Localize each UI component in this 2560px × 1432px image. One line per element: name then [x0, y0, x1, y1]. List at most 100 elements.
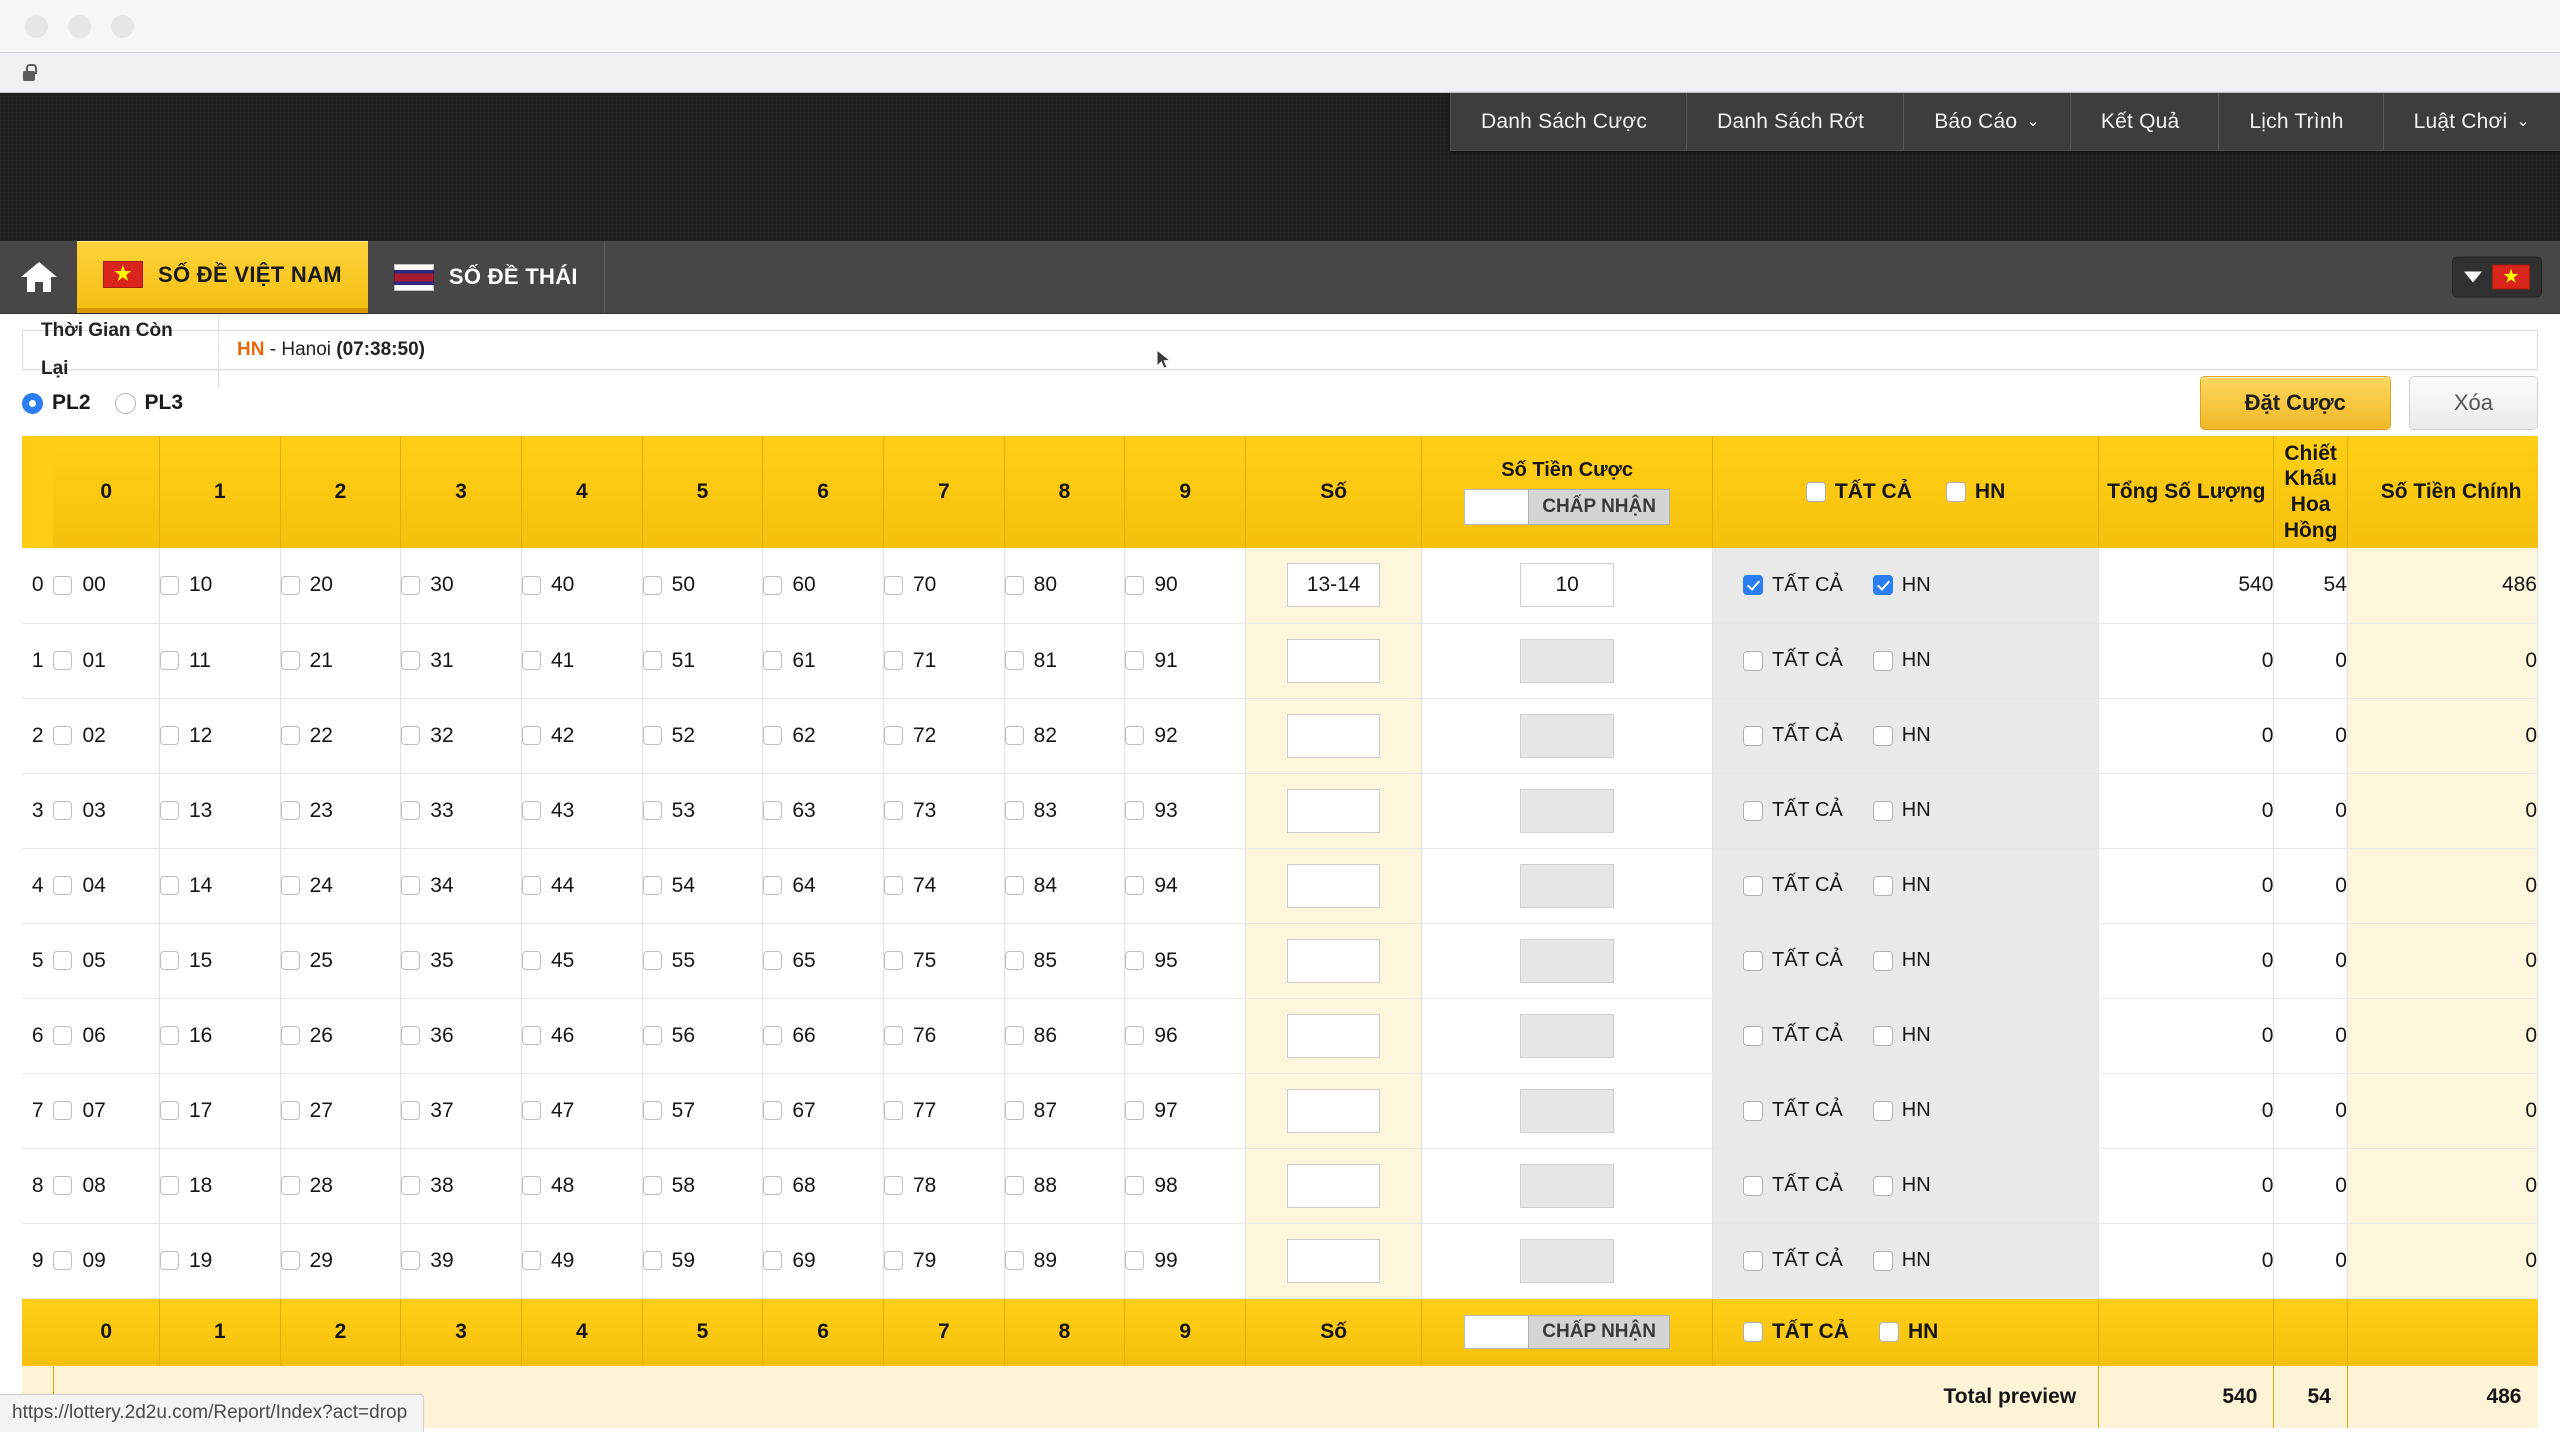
number-checkbox-20[interactable] — [281, 576, 300, 595]
row-checkbox-hn[interactable]: HN — [1873, 1099, 1931, 1122]
place-bet-button[interactable]: Đặt Cược — [2200, 376, 2391, 430]
number-cell-28[interactable]: 28 — [280, 1148, 401, 1223]
number-cell-25[interactable]: 25 — [280, 923, 401, 998]
number-cell-39[interactable]: 39 — [401, 1223, 522, 1298]
number-cell-90[interactable]: 90 — [1125, 548, 1246, 623]
clear-button[interactable]: Xóa — [2409, 376, 2538, 430]
window-traffic-lights[interactable] — [25, 15, 134, 38]
nav-item-ket-qua[interactable]: Kết Quả — [2071, 93, 2219, 150]
number-cell-01[interactable]: 01 — [53, 623, 159, 698]
number-cell-17[interactable]: 17 — [159, 1073, 280, 1148]
so-cell[interactable] — [1246, 1223, 1422, 1298]
row-checkbox-all-box[interactable] — [1743, 876, 1763, 896]
number-checkbox-60[interactable] — [763, 576, 782, 595]
number-checkbox-52[interactable] — [643, 726, 662, 745]
number-checkbox-33[interactable] — [401, 801, 420, 820]
number-cell-40[interactable]: 40 — [521, 548, 642, 623]
row-checkbox-all[interactable]: TẤT CẢ — [1743, 949, 1843, 972]
so-cell[interactable] — [1246, 1073, 1422, 1148]
number-checkbox-02[interactable] — [53, 726, 72, 745]
number-checkbox-74[interactable] — [884, 876, 903, 895]
number-checkbox-85[interactable] — [1005, 951, 1024, 970]
number-cell-16[interactable]: 16 — [159, 998, 280, 1073]
footer-checkbox-all-box[interactable] — [1743, 1322, 1763, 1342]
number-checkbox-98[interactable] — [1125, 1176, 1144, 1195]
amount-cell[interactable] — [1422, 998, 1713, 1073]
number-cell-67[interactable]: 67 — [763, 1073, 884, 1148]
amount-cell[interactable] — [1422, 548, 1713, 623]
number-checkbox-10[interactable] — [160, 576, 179, 595]
number-checkbox-42[interactable] — [522, 726, 541, 745]
number-cell-68[interactable]: 68 — [763, 1148, 884, 1223]
number-checkbox-14[interactable] — [160, 876, 179, 895]
number-cell-10[interactable]: 10 — [159, 548, 280, 623]
game-tab-vietnam[interactable]: ★ SỐ ĐỀ VIỆT NAM — [77, 241, 368, 313]
number-checkbox-39[interactable] — [401, 1251, 420, 1270]
number-cell-93[interactable]: 93 — [1125, 773, 1246, 848]
nav-item-lich-trinh[interactable]: Lịch Trình — [2219, 93, 2383, 150]
number-checkbox-28[interactable] — [281, 1176, 300, 1195]
number-checkbox-83[interactable] — [1005, 801, 1024, 820]
row-checkbox-all-box[interactable] — [1743, 575, 1763, 595]
number-checkbox-49[interactable] — [522, 1251, 541, 1270]
number-cell-43[interactable]: 43 — [521, 773, 642, 848]
number-cell-98[interactable]: 98 — [1125, 1148, 1246, 1223]
so-cell[interactable] — [1246, 998, 1422, 1073]
row-checkbox-hn-box[interactable] — [1873, 651, 1893, 671]
number-cell-87[interactable]: 87 — [1004, 1073, 1125, 1148]
row-checkbox-hn-box[interactable] — [1873, 1251, 1893, 1271]
close-window-button[interactable] — [25, 15, 48, 38]
number-cell-59[interactable]: 59 — [642, 1223, 763, 1298]
number-checkbox-01[interactable] — [53, 651, 72, 670]
header-checkbox-all[interactable]: TẤT CẢ — [1806, 480, 1912, 504]
number-checkbox-30[interactable] — [401, 576, 420, 595]
number-checkbox-55[interactable] — [643, 951, 662, 970]
number-checkbox-96[interactable] — [1125, 1026, 1144, 1045]
number-checkbox-37[interactable] — [401, 1101, 420, 1120]
number-checkbox-69[interactable] — [763, 1251, 782, 1270]
number-cell-30[interactable]: 30 — [401, 548, 522, 623]
number-checkbox-47[interactable] — [522, 1101, 541, 1120]
number-checkbox-35[interactable] — [401, 951, 420, 970]
number-checkbox-76[interactable] — [884, 1026, 903, 1045]
number-cell-14[interactable]: 14 — [159, 848, 280, 923]
number-cell-55[interactable]: 55 — [642, 923, 763, 998]
row-checkbox-all-box[interactable] — [1743, 801, 1763, 821]
number-cell-37[interactable]: 37 — [401, 1073, 522, 1148]
footer-amount-input[interactable] — [1464, 1315, 1528, 1349]
number-checkbox-67[interactable] — [763, 1101, 782, 1120]
so-input[interactable] — [1287, 1239, 1380, 1283]
number-checkbox-26[interactable] — [281, 1026, 300, 1045]
number-checkbox-24[interactable] — [281, 876, 300, 895]
number-checkbox-38[interactable] — [401, 1176, 420, 1195]
so-input[interactable] — [1287, 639, 1380, 683]
number-checkbox-71[interactable] — [884, 651, 903, 670]
amount-cell[interactable] — [1422, 1148, 1713, 1223]
number-checkbox-95[interactable] — [1125, 951, 1144, 970]
number-cell-21[interactable]: 21 — [280, 623, 401, 698]
number-checkbox-32[interactable] — [401, 726, 420, 745]
number-cell-75[interactable]: 75 — [883, 923, 1004, 998]
number-cell-04[interactable]: 04 — [53, 848, 159, 923]
row-checkbox-all-box[interactable] — [1743, 1101, 1763, 1121]
number-cell-18[interactable]: 18 — [159, 1148, 280, 1223]
row-checkbox-hn-box[interactable] — [1873, 876, 1893, 896]
row-checkbox-all-box[interactable] — [1743, 951, 1763, 971]
row-checkbox-hn-box[interactable] — [1873, 726, 1893, 746]
number-cell-76[interactable]: 76 — [883, 998, 1004, 1073]
number-cell-26[interactable]: 26 — [280, 998, 401, 1073]
number-cell-82[interactable]: 82 — [1004, 698, 1125, 773]
number-cell-84[interactable]: 84 — [1004, 848, 1125, 923]
footer-checkbox-all[interactable]: TẤT CẢ — [1743, 1320, 1849, 1344]
so-input[interactable] — [1287, 1014, 1380, 1058]
row-checkbox-all-box[interactable] — [1743, 1251, 1763, 1271]
number-cell-81[interactable]: 81 — [1004, 623, 1125, 698]
number-checkbox-50[interactable] — [643, 576, 662, 595]
number-cell-49[interactable]: 49 — [521, 1223, 642, 1298]
number-checkbox-94[interactable] — [1125, 876, 1144, 895]
number-cell-36[interactable]: 36 — [401, 998, 522, 1073]
number-cell-58[interactable]: 58 — [642, 1148, 763, 1223]
so-input[interactable] — [1287, 563, 1380, 607]
row-checkbox-hn-box[interactable] — [1873, 575, 1893, 595]
number-checkbox-57[interactable] — [643, 1101, 662, 1120]
